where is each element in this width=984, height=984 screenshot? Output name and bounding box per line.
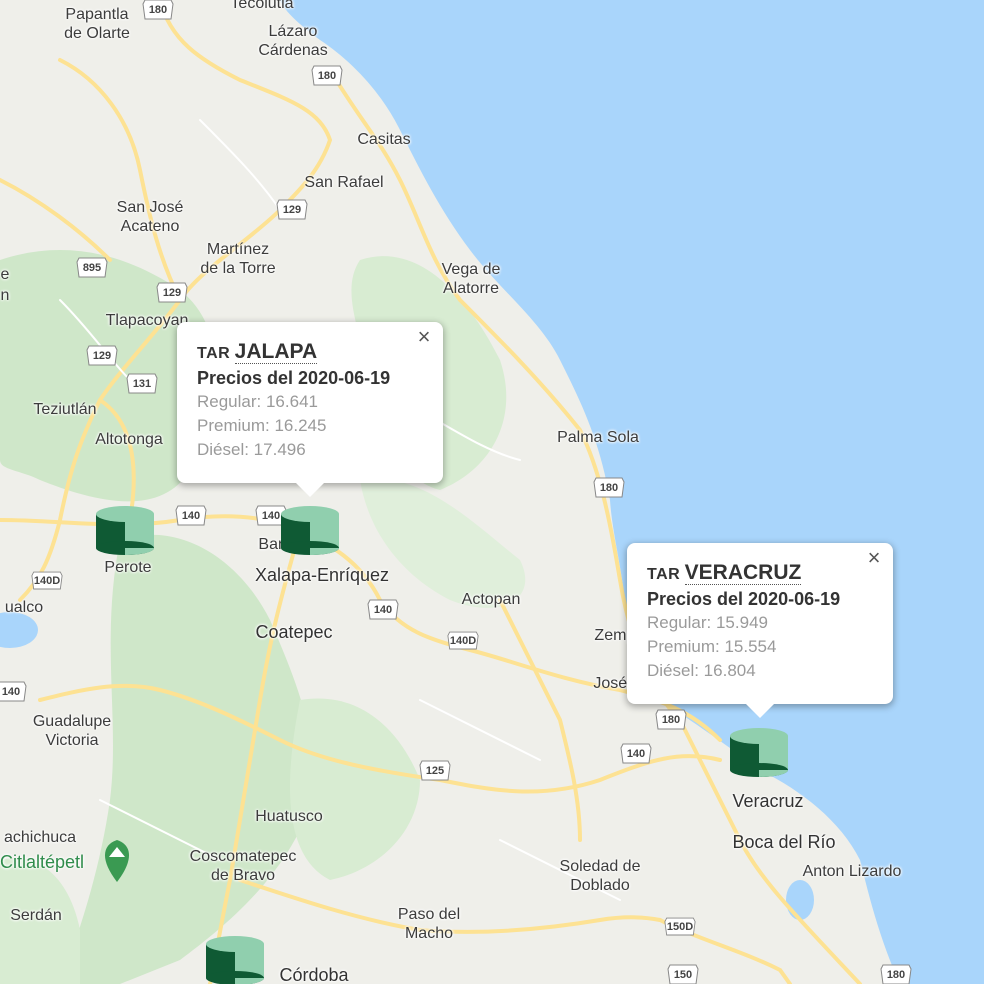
place-label-casitas: Casitas — [357, 131, 411, 148]
place-label-guadalupe-victoria: Guadalupe Victoria — [32, 713, 112, 749]
price-date: Precios del 2020-06-19 — [647, 589, 841, 609]
place-label-papantla: Papantla de Olarte — [64, 6, 130, 42]
tank-marker-jalapa[interactable] — [280, 504, 340, 556]
place-label-chachichuca: achichuca — [3, 829, 77, 846]
place-label-actopan: Actopan — [461, 591, 521, 608]
highway-shield: 150D — [664, 916, 696, 938]
place-label-altotonga: Altotonga — [95, 431, 163, 448]
highway-shield: 180 — [593, 477, 625, 499]
map-base-layer — [0, 0, 984, 984]
place-label-boca-del-rio: Boca del Río — [732, 832, 836, 852]
close-icon[interactable]: × — [863, 547, 885, 569]
place-label-serdan: Serdán — [10, 907, 62, 924]
place-label-xalapa: Xalapa-Enríquez — [254, 565, 390, 585]
place-label-vega-de-alatorre: Vega de Alatorre — [441, 261, 501, 297]
place-label-teziutlan: Teziutlán — [33, 401, 97, 418]
info-window-jalapa: × TAR JALAPA Precios del 2020-06-19 Regu… — [177, 322, 443, 497]
highway-shield: 129 — [156, 282, 188, 304]
highway-shield: 140 — [175, 505, 207, 527]
place-label-soledad-de-doblado: Soledad de Doblado — [559, 858, 641, 894]
place-label-huatusco: Huatusco — [255, 808, 323, 825]
place-label-san-jose-acateno: San José Acateno — [116, 199, 184, 235]
place-label-san-rafael: San Rafael — [304, 174, 384, 191]
place-label-paso-del-macho: Paso del Macho — [397, 906, 461, 942]
tank-marker-cordoba[interactable] — [205, 934, 265, 984]
highway-shield: 140D — [447, 630, 479, 652]
terminal-name-link[interactable]: VERACRUZ — [684, 561, 802, 585]
highway-shield: 895 — [76, 257, 108, 279]
place-label-tecolutla: Tecolutla — [230, 0, 294, 12]
place-label-anton-lizardo: Anton Lizardo — [802, 863, 902, 880]
place-label-martinez-de-la-torre: Martínez de la Torre — [200, 241, 276, 277]
terminal-prefix: TAR — [647, 566, 681, 583]
info-window-veracruz: × TAR VERACRUZ Precios del 2020-06-19 Re… — [627, 543, 893, 718]
place-label-coatepec: Coatepec — [255, 622, 333, 642]
price-regular: Regular: 16.641 — [197, 392, 318, 411]
place-label-palma-sola: Palma Sola — [557, 429, 639, 446]
terminal-title: TAR VERACRUZ — [647, 561, 873, 585]
price-diesel: Diésel: 16.804 — [647, 661, 756, 680]
price-diesel: Diésel: 17.496 — [197, 440, 306, 459]
place-label-cordoba: Córdoba — [279, 965, 349, 984]
highway-shield: 140 — [620, 743, 652, 765]
place-label-citlaltepetl: Citlaltépetl — [0, 852, 85, 872]
highway-shield: 140D — [31, 570, 63, 592]
place-label-tlapacoyan: Tlapacoyan — [105, 312, 189, 329]
highway-shield: 129 — [86, 345, 118, 367]
highway-shield: 125 — [419, 760, 451, 782]
place-label-veracruz: Veracruz — [732, 791, 804, 811]
highway-shield: 140 — [0, 681, 27, 703]
close-icon[interactable]: × — [413, 326, 435, 348]
map-canvas[interactable]: Papantla de Olarte Tecolutla Lázaro Cárd… — [0, 0, 984, 984]
place-label-left-edge-1: e — [0, 266, 10, 283]
terminal-title: TAR JALAPA — [197, 340, 423, 364]
highway-shield: 180 — [880, 964, 912, 984]
highway-shield: 180 — [311, 65, 343, 87]
highway-shield: 180 — [142, 0, 174, 21]
highway-shield: 140 — [367, 599, 399, 621]
price-premium: Premium: 16.245 — [197, 416, 327, 435]
price-date: Precios del 2020-06-19 — [197, 368, 391, 388]
highway-shield: 180 — [655, 709, 687, 731]
terminal-prefix: TAR — [197, 345, 231, 362]
place-label-perote: Perote — [104, 559, 152, 576]
place-label-gualco: ualco — [4, 599, 44, 616]
highway-shield: 150 — [667, 964, 699, 984]
highway-shield: 129 — [276, 199, 308, 221]
tank-marker-perote[interactable] — [95, 504, 155, 556]
place-label-coscomatepec: Coscomatepec de Bravo — [189, 848, 297, 884]
place-label-lazaro-cardenas: Lázaro Cárdenas — [258, 23, 328, 59]
price-regular: Regular: 15.949 — [647, 613, 768, 632]
highway-shield: 131 — [126, 373, 158, 395]
terminal-name-link[interactable]: JALAPA — [234, 340, 318, 364]
place-label-left-edge-2: n — [0, 287, 10, 304]
price-premium: Premium: 15.554 — [647, 637, 777, 656]
tank-marker-veracruz[interactable] — [729, 726, 789, 778]
